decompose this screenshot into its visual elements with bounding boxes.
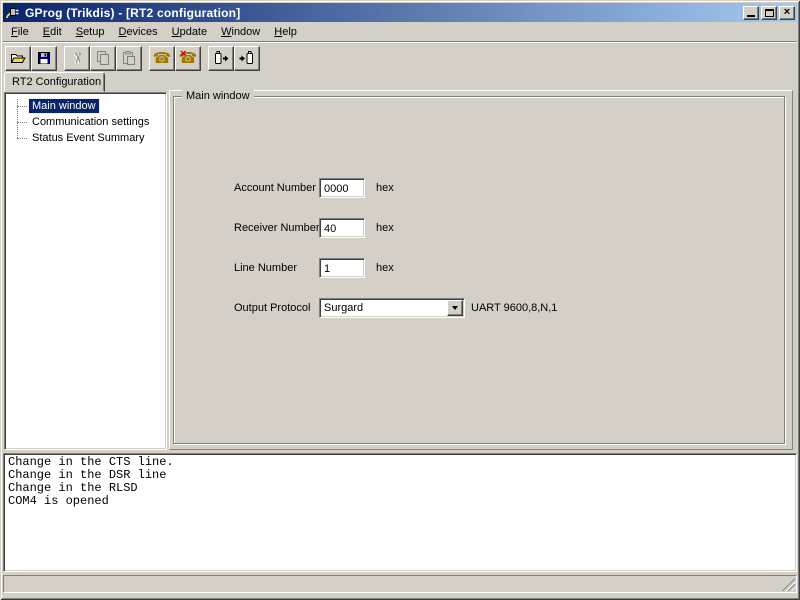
open-folder-icon — [10, 50, 26, 66]
menu-bar: File Edit Setup Devices Update Window He… — [3, 22, 797, 41]
connect-button[interactable]: ☎ — [149, 46, 175, 71]
log-line: COM4 is opened — [8, 495, 792, 508]
close-icon: × — [784, 7, 790, 18]
copy-icon — [95, 50, 111, 66]
receiver-number-input[interactable] — [320, 219, 364, 237]
chevron-down-icon[interactable] — [447, 300, 463, 316]
log-line: Change in the RLSD — [8, 482, 792, 495]
open-button[interactable] — [5, 46, 31, 71]
title-bar: GProg (Trikdis) - [RT2 configuration] × — [3, 3, 797, 22]
paste-clipboard-icon — [121, 50, 137, 66]
copy-button[interactable] — [90, 46, 116, 71]
line-number-label: Line Number — [234, 258, 297, 278]
menu-edit[interactable]: Edit — [36, 22, 69, 41]
cut-button[interactable]: ✂ — [64, 46, 90, 71]
line-number-field-frame — [319, 258, 365, 278]
window-controls: × — [743, 6, 795, 20]
maximize-button[interactable] — [761, 6, 777, 20]
tree-item-communication-settings[interactable]: Communication settings — [5, 114, 166, 130]
line-number-input[interactable] — [320, 259, 364, 277]
tree-connector-lines — [17, 99, 18, 138]
disconnect-button[interactable]: ☎ × — [175, 46, 201, 71]
tab-bar: RT2 Configuration — [3, 72, 797, 92]
menu-update[interactable]: Update — [165, 22, 214, 41]
disconnect-cross-icon: × — [180, 48, 186, 60]
menu-window[interactable]: Window — [214, 22, 267, 41]
close-button[interactable]: × — [779, 6, 795, 20]
toolbar-group-file — [5, 46, 57, 71]
groupbox-title: Main window — [182, 90, 254, 103]
account-number-label: Account Number — [234, 178, 316, 198]
minimize-icon — [747, 15, 755, 17]
event-log[interactable]: Change in the CTS line. Change in the DS… — [3, 453, 797, 572]
tree-item-main-window[interactable]: Main window — [5, 98, 166, 114]
menu-devices[interactable]: Devices — [111, 22, 164, 41]
app-icon[interactable] — [5, 5, 21, 21]
main-window-groupbox: Main window Account Number hex Receiver … — [173, 96, 785, 444]
read-device-button[interactable] — [234, 46, 260, 71]
maximize-icon — [765, 9, 774, 17]
menu-setup[interactable]: Setup — [69, 22, 112, 41]
resize-grip[interactable] — [782, 578, 795, 591]
window-title: GProg (Trikdis) - [RT2 configuration] — [25, 6, 240, 20]
receiver-number-field-frame — [319, 218, 365, 238]
receiver-number-label: Receiver Number — [234, 218, 320, 238]
account-number-input[interactable] — [320, 179, 364, 197]
write-device-button[interactable] — [208, 46, 234, 71]
output-protocol-combobox[interactable]: Surgard — [319, 298, 465, 318]
line-number-unit: hex — [376, 258, 394, 278]
cut-scissors-icon: ✂ — [70, 52, 84, 64]
menu-help[interactable]: Help — [267, 22, 304, 41]
account-number-field-frame — [319, 178, 365, 198]
minimize-button[interactable] — [743, 6, 759, 20]
save-button[interactable] — [31, 46, 57, 71]
toolbar-group-connection: ☎ ☎ × — [149, 46, 201, 71]
uart-settings-text: UART 9600,8,N,1 — [471, 298, 557, 318]
phone-connect-icon: ☎ — [153, 51, 172, 66]
application-window: GProg (Trikdis) - [RT2 configuration] × … — [0, 0, 800, 600]
account-number-unit: hex — [376, 178, 394, 198]
output-protocol-label: Output Protocol — [234, 298, 310, 318]
save-floppy-icon — [36, 50, 52, 66]
device-write-icon — [213, 50, 229, 66]
tab-rt2-configuration[interactable]: RT2 Configuration — [4, 72, 105, 92]
receiver-number-unit: hex — [376, 218, 394, 238]
config-tree[interactable]: Main window Communication settings Statu… — [4, 92, 167, 450]
status-bar — [3, 575, 797, 593]
paste-button[interactable] — [116, 46, 142, 71]
menu-file[interactable]: File — [4, 22, 36, 41]
toolbar-group-device — [208, 46, 260, 71]
toolbar: ✂ ☎ ☎ × — [3, 41, 797, 72]
output-protocol-value: Surgard — [320, 299, 446, 317]
device-read-icon — [239, 50, 255, 66]
toolbar-group-clipboard: ✂ — [64, 46, 142, 71]
tree-item-status-event-summary[interactable]: Status Event Summary — [5, 130, 166, 146]
